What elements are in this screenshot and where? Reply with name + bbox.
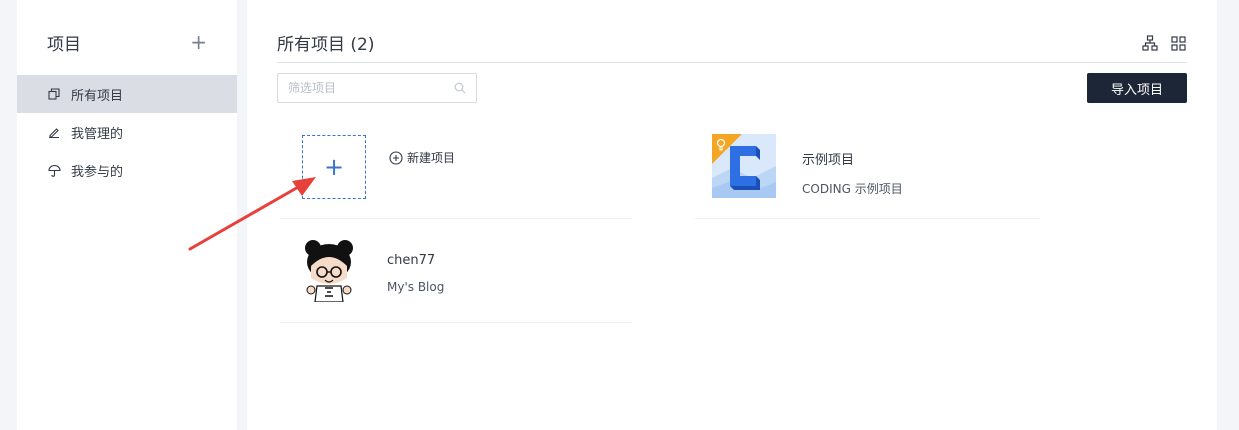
panda-avatar: [297, 238, 361, 302]
pencil-icon: [47, 125, 61, 139]
main-panel: 所有项目 (2) 导入项目 + 新建项目: [247, 0, 1217, 430]
project-name[interactable]: 示例项目: [802, 149, 903, 168]
sidebar-item-label: 所有项目: [71, 88, 124, 104]
umbrella-icon: [47, 163, 61, 177]
plus-icon[interactable]: +: [190, 32, 207, 52]
sidebar-item-label: 我管理的: [71, 126, 124, 142]
search-icon: [454, 82, 466, 94]
coding-logo: [712, 134, 776, 198]
new-project-label: 新建项目: [407, 151, 456, 165]
sidebar-item-all-projects[interactable]: 所有项目: [17, 75, 237, 113]
page-title: 所有项目 (2): [277, 35, 375, 55]
sidebar-header: 项目 +: [47, 30, 207, 55]
import-project-button[interactable]: 导入项目: [1087, 73, 1187, 103]
project-card[interactable]: 示例项目 CODING 示例项目: [695, 115, 1040, 219]
copy-icon: [47, 87, 61, 101]
project-description: CODING 示例项目: [802, 182, 903, 196]
sidebar-item-joined[interactable]: 我参与的: [17, 151, 237, 189]
sidebar-item-label: 我参与的: [71, 164, 124, 180]
new-project-plus-box[interactable]: +: [302, 135, 366, 199]
project-card[interactable]: chen77 My's Blog: [280, 219, 632, 323]
project-filter: [277, 73, 477, 103]
project-info: 示例项目 CODING 示例项目: [802, 149, 903, 197]
view-switcher: [1141, 34, 1187, 52]
project-info: chen77 My's Blog: [387, 253, 444, 294]
new-project-card: + 新建项目: [280, 115, 632, 219]
project-name[interactable]: chen77: [387, 253, 444, 268]
new-project-link[interactable]: 新建项目: [389, 149, 455, 166]
project-filter-input[interactable]: [288, 81, 448, 95]
sidebar-item-managed[interactable]: 我管理的: [17, 113, 237, 151]
title-divider: [277, 62, 1187, 63]
grid-view-icon[interactable]: [1169, 34, 1187, 52]
tree-view-icon[interactable]: [1141, 34, 1159, 52]
plus-circle-icon: [389, 150, 403, 165]
sidebar-menu: 所有项目 我管理的 我参与的: [17, 75, 237, 189]
sidebar-title: 项目: [47, 34, 81, 55]
sidebar: 项目 + 所有项目 我管理的 我参与的: [17, 0, 237, 430]
project-description: My's Blog: [387, 280, 445, 294]
